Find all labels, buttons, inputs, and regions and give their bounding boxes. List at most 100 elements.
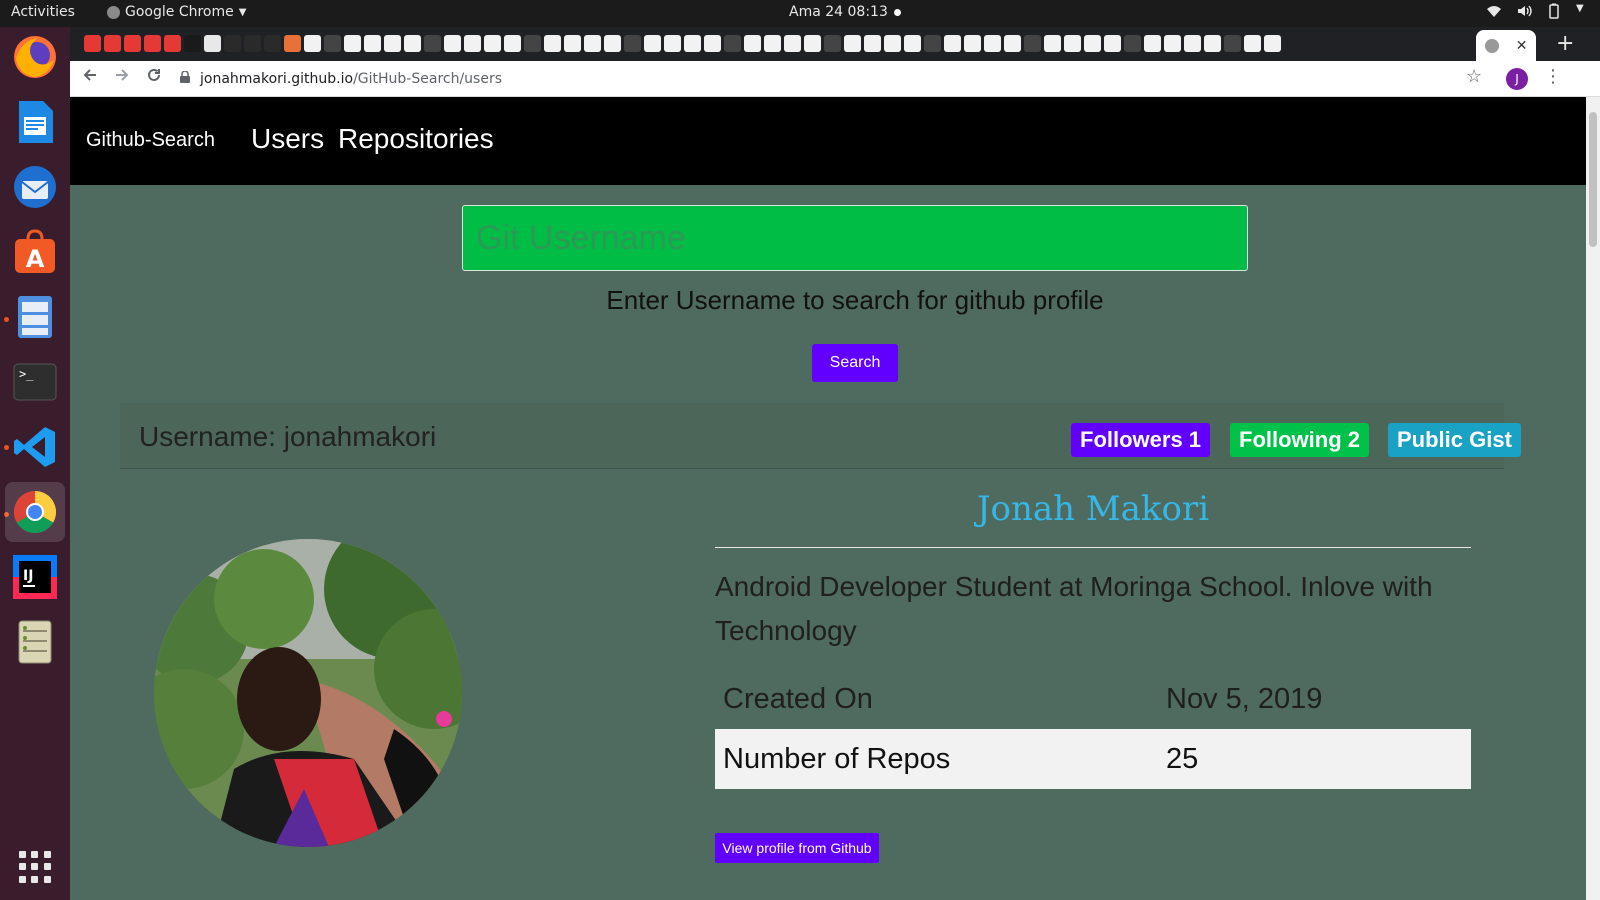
tab-favicon-icon[interactable] <box>184 35 201 52</box>
thunderbird-icon[interactable] <box>10 162 60 212</box>
tab-favicon-icon[interactable] <box>664 35 681 52</box>
scrollbar-thumb[interactable] <box>1589 112 1597 247</box>
address-bar[interactable]: jonahmakori.github.io /GitHub-Search/use… <box>180 65 1498 93</box>
activities-button[interactable]: Activities <box>11 4 75 20</box>
tab-favicon-icon[interactable] <box>824 35 841 52</box>
tab-favicon-icon[interactable] <box>684 35 701 52</box>
close-tab-icon[interactable]: ✕ <box>1516 38 1528 54</box>
power-menu-icon: ▼ <box>1576 3 1584 14</box>
tab-favicon-icon[interactable] <box>164 35 181 52</box>
tab-favicon-icon[interactable] <box>244 35 261 52</box>
tab-favicon-icon[interactable] <box>484 35 501 52</box>
files-icon[interactable] <box>10 292 60 342</box>
tab-favicon-icon[interactable] <box>1184 35 1201 52</box>
tab-favicon-icon[interactable] <box>84 35 101 52</box>
tab-favicon-icon[interactable] <box>1144 35 1161 52</box>
tab-favicon-icon[interactable] <box>124 35 141 52</box>
tab-favicon-icon[interactable] <box>324 35 341 52</box>
tab-favicon-icon[interactable] <box>744 35 761 52</box>
chrome-icon[interactable] <box>5 482 65 542</box>
tab-favicon-icon[interactable] <box>904 35 921 52</box>
site-brand-link[interactable]: Github-Search <box>86 129 215 152</box>
tab-favicon-icon[interactable] <box>364 35 381 52</box>
tab-favicon-icon[interactable] <box>524 35 541 52</box>
tab-favicon-icon[interactable] <box>924 35 941 52</box>
followers-badge: Followers 1 <box>1071 423 1211 457</box>
tab-favicon-icon[interactable] <box>604 35 621 52</box>
tab-favicon-icon[interactable] <box>1064 35 1081 52</box>
tab-favicon-icon[interactable] <box>844 35 861 52</box>
tab-favicon-icon[interactable] <box>1224 35 1241 52</box>
tab-favicon-icon[interactable] <box>264 35 281 52</box>
tab-favicon-icon[interactable] <box>644 35 661 52</box>
writer-icon[interactable] <box>10 97 60 147</box>
tab-favicon-icon[interactable] <box>204 35 221 52</box>
show-apps-icon[interactable] <box>19 851 51 883</box>
tab-favicon-icon[interactable] <box>764 35 781 52</box>
tab-favicon-icon[interactable] <box>504 35 521 52</box>
vscode-icon[interactable] <box>10 422 60 472</box>
tab-favicon-icon[interactable] <box>1164 35 1181 52</box>
tab-favicon-icon[interactable] <box>424 35 441 52</box>
repos-count-label: Number of Repos <box>723 743 951 775</box>
intellij-icon[interactable]: IJ <box>10 552 60 602</box>
tab-favicon-icon[interactable] <box>304 35 321 52</box>
tab-favicon-icon[interactable] <box>384 35 401 52</box>
tab-favicon-icon[interactable] <box>784 35 801 52</box>
tab-favicon-icon[interactable] <box>544 35 561 52</box>
bookmark-star-icon[interactable]: ☆ <box>1466 66 1482 87</box>
tab-favicon-icon[interactable] <box>464 35 481 52</box>
firefox-icon[interactable] <box>10 32 60 82</box>
tab-favicon-icon[interactable] <box>1004 35 1021 52</box>
kebab-menu-icon[interactable]: ⋮ <box>1544 66 1562 87</box>
username-search-input[interactable] <box>462 205 1248 271</box>
tab-favicon-icon[interactable] <box>1084 35 1101 52</box>
nav-link-users[interactable]: Users <box>251 123 324 155</box>
tab-favicon-icon[interactable] <box>564 35 581 52</box>
tab-favicon-icon[interactable] <box>404 35 421 52</box>
terminal-icon[interactable]: >_ <box>10 357 60 407</box>
tab-favicon-icon[interactable] <box>1124 35 1141 52</box>
app-menu[interactable]: Google Chrome ▼ <box>107 4 246 20</box>
tab-favicon-icon[interactable] <box>984 35 1001 52</box>
system-tray[interactable]: ▼ <box>1486 3 1586 19</box>
forward-icon[interactable] <box>110 67 134 88</box>
view-github-profile-button[interactable]: View profile from Github <box>715 833 879 863</box>
tab-favicon-icon[interactable] <box>724 35 741 52</box>
tab-favicon-icon[interactable] <box>1104 35 1121 52</box>
archive-icon[interactable] <box>10 617 60 667</box>
tab-favicon-icon[interactable] <box>804 35 821 52</box>
nav-link-repositories[interactable]: Repositories <box>338 123 494 155</box>
tab-favicon-icon[interactable] <box>224 35 241 52</box>
tab-favicon-icon[interactable] <box>1044 35 1061 52</box>
tab-favicon-icon[interactable] <box>284 35 301 52</box>
page-scrollbar[interactable] <box>1586 97 1600 900</box>
tab-favicons[interactable] <box>84 35 1281 52</box>
profile-avatar[interactable]: J <box>1506 68 1528 90</box>
tab-favicon-icon[interactable] <box>884 35 901 52</box>
new-tab-button[interactable]: + <box>1556 31 1574 56</box>
tab-favicon-icon[interactable] <box>1244 35 1261 52</box>
clock[interactable]: Ama 24 08:13 <box>789 4 901 20</box>
reload-icon[interactable] <box>142 67 166 88</box>
svg-text:>_: >_ <box>19 367 34 381</box>
tab-favicon-icon[interactable] <box>584 35 601 52</box>
tab-favicon-icon[interactable] <box>144 35 161 52</box>
tab-favicon-icon[interactable] <box>104 35 121 52</box>
tab-active[interactable]: ✕ <box>1476 30 1536 61</box>
back-icon[interactable] <box>78 67 102 88</box>
tab-favicon-icon[interactable] <box>704 35 721 52</box>
tab-favicon-icon[interactable] <box>624 35 641 52</box>
search-button[interactable]: Search <box>812 344 898 382</box>
tab-favicon-icon[interactable] <box>344 35 361 52</box>
tab-favicon-icon[interactable] <box>944 35 961 52</box>
tab-favicon-icon[interactable] <box>1024 35 1041 52</box>
tab-favicon-icon[interactable] <box>444 35 461 52</box>
app-menu-label: Google Chrome <box>125 4 234 20</box>
tab-favicon-icon[interactable] <box>864 35 881 52</box>
repos-count-value: 25 <box>1166 743 1199 775</box>
tab-favicon-icon[interactable] <box>964 35 981 52</box>
tab-favicon-icon[interactable] <box>1264 35 1281 52</box>
software-icon[interactable]: A <box>10 227 60 277</box>
tab-favicon-icon[interactable] <box>1204 35 1221 52</box>
